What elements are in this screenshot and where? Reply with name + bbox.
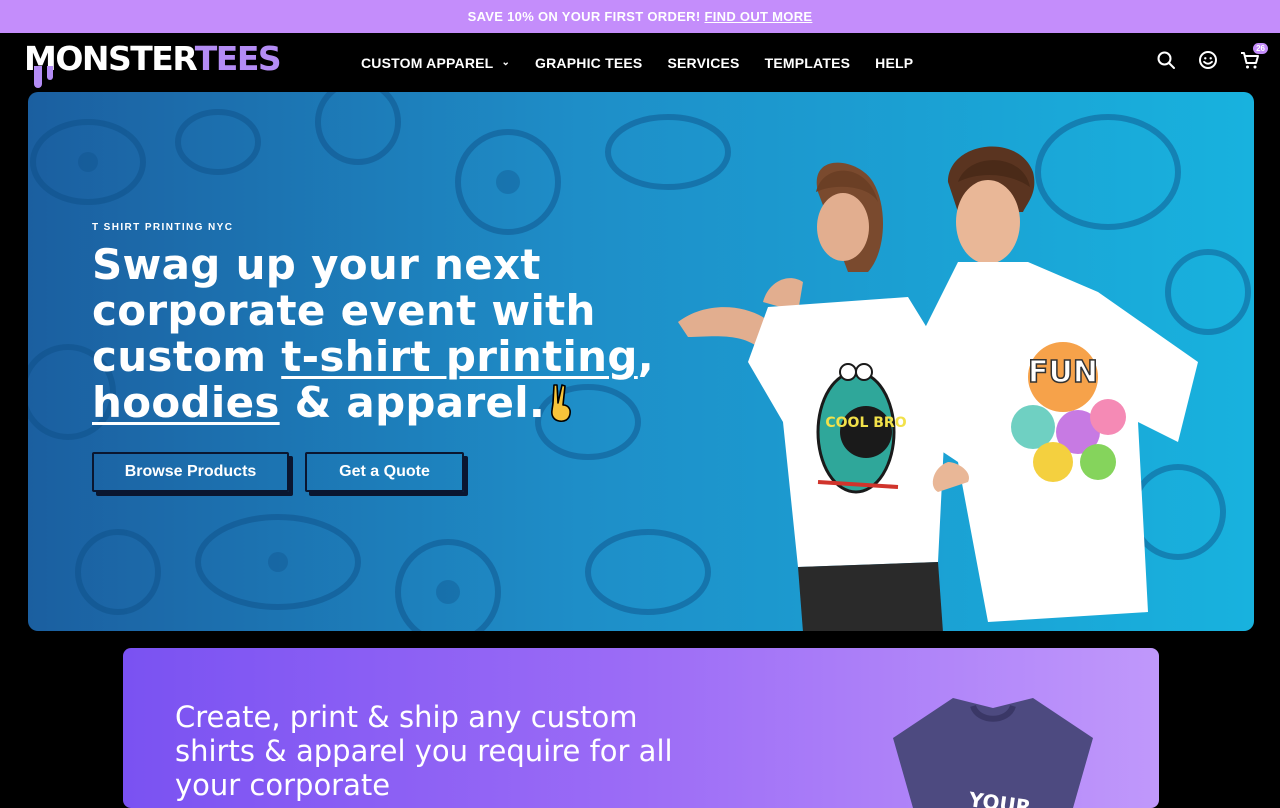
hero-banner: T SHIRT PRINTING NYC Swag up your next c…: [28, 92, 1254, 631]
hero-eyebrow: T SHIRT PRINTING NYC: [92, 222, 234, 233]
nav-help[interactable]: HELP: [875, 55, 913, 71]
promo-link[interactable]: FIND OUT MORE: [704, 9, 812, 24]
tshirt-printing-link[interactable]: t-shirt printing: [281, 332, 638, 381]
nav-templates[interactable]: TEMPLATES: [765, 55, 851, 71]
logo-drip-small: [47, 66, 53, 80]
nav-custom-apparel-label: CUSTOM APPAREL: [361, 54, 494, 71]
logo-drip: [34, 66, 42, 88]
nav-custom-apparel[interactable]: CUSTOM APPAREL ⌄: [361, 55, 510, 71]
headline-comma: ,: [637, 332, 655, 381]
nav-graphic-tees[interactable]: GRAPHIC TEES: [535, 55, 642, 71]
header-icons: 26: [1156, 43, 1268, 70]
promo-card-text: Create, print & ship any custom shirts &…: [175, 700, 673, 802]
header-nav: MONSTERTEES CUSTOM APPAREL ⌄ GRAPHIC TEE…: [0, 33, 1280, 92]
cart-count-badge: 26: [1253, 43, 1268, 54]
headline-text: custom: [92, 332, 282, 381]
headline-line-1: Swag up your next: [92, 240, 541, 289]
headline-line-4: hoodies & apparel.: [92, 380, 672, 426]
headline-apparel: & apparel.: [279, 378, 546, 427]
hero-models-image: COOL BRO FUN: [678, 146, 1198, 631]
promo-banner: SAVE 10% ON YOUR FIRST ORDER! FIND OUT M…: [0, 0, 1280, 33]
search-icon[interactable]: [1156, 50, 1176, 70]
promo-card: Create, print & ship any custom shirts &…: [123, 648, 1159, 808]
hoodies-link[interactable]: hoodies: [92, 378, 280, 427]
headline-line-2: corporate event with: [92, 286, 596, 335]
chevron-down-icon: ⌄: [501, 57, 511, 68]
main-menu: CUSTOM APPAREL ⌄ GRAPHIC TEES SERVICES T…: [361, 33, 938, 92]
nav-services[interactable]: SERVICES: [667, 55, 739, 71]
account-icon[interactable]: [1198, 50, 1218, 70]
browse-products-button[interactable]: Browse Products: [92, 452, 289, 492]
headline-line-3: custom t-shirt printing,: [92, 334, 672, 380]
victory-hand-icon: [551, 384, 572, 423]
logo-part-2: TEES: [194, 39, 282, 78]
tee-cool-bro-text: COOL BRO: [825, 415, 906, 431]
tee-fun-text: FUN: [1028, 355, 1098, 390]
hero-headline: Swag up your next corporate event with c…: [92, 242, 672, 426]
get-quote-button[interactable]: Get a Quote: [305, 452, 464, 492]
promo-text: SAVE 10% ON YOUR FIRST ORDER!: [467, 9, 701, 24]
cart-icon[interactable]: 26: [1240, 43, 1268, 70]
folded-shirt-image: YOUR: [893, 698, 1093, 808]
logo[interactable]: MONSTERTEES: [24, 39, 282, 78]
